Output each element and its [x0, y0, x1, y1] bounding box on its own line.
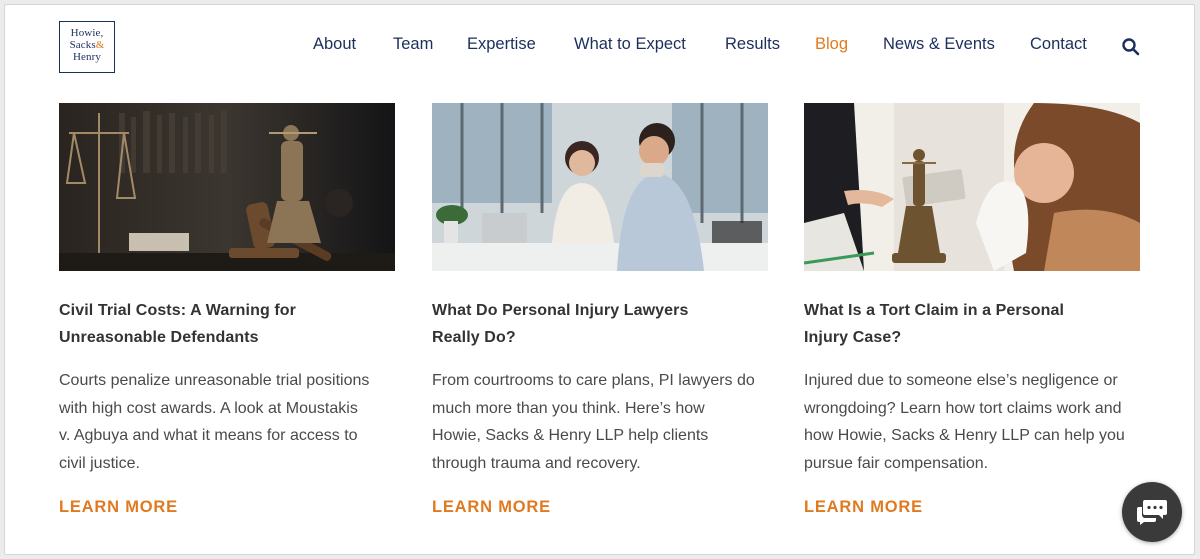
post-title-line: Unreasonable Defendants: [59, 329, 259, 346]
learn-more-link[interactable]: LEARN MORE: [432, 498, 551, 517]
learn-more-link[interactable]: LEARN MORE: [804, 498, 923, 517]
learn-more-link[interactable]: LEARN MORE: [59, 498, 178, 517]
post-title-line: Civil Trial Costs: A Warning for: [59, 302, 296, 319]
logo-line-2: Sacks&: [60, 39, 114, 51]
blog-card: Civil Trial Costs: A Warning for Unreaso…: [59, 103, 395, 516]
post-excerpt: Injured due to someone else’s negligence…: [804, 372, 1125, 472]
logo-word-sacks: Sacks: [69, 39, 96, 51]
post-title[interactable]: What Do Personal Injury Lawyers Really D…: [432, 297, 732, 351]
nav-about[interactable]: About: [313, 35, 356, 54]
post-title-line: What Do Personal Injury Lawyers: [432, 302, 689, 319]
nav-what-to-expect[interactable]: What to Expect: [574, 35, 686, 54]
nav-contact[interactable]: Contact: [1030, 35, 1087, 54]
nav-expertise[interactable]: Expertise: [467, 35, 536, 54]
blog-card: What Is a Tort Claim in a Personal Injur…: [804, 103, 1140, 516]
post-image-scales-of-justice[interactable]: [59, 103, 395, 271]
site-logo[interactable]: Howie, Sacks& Henry: [59, 21, 115, 73]
post-title-line: Really Do?: [432, 329, 516, 346]
post-excerpt: From courtrooms to care plans, PI lawyer…: [432, 372, 755, 472]
search-icon[interactable]: [1121, 37, 1141, 57]
logo-ampersand: &: [95, 39, 105, 51]
post-excerpt: Courts penalize unreasonable trial posit…: [59, 372, 370, 472]
post-image-lawyer-client-meeting[interactable]: [432, 103, 768, 271]
post-image-tort-claim-consultation[interactable]: [804, 103, 1140, 271]
post-title[interactable]: What Is a Tort Claim in a Personal Injur…: [804, 297, 1104, 351]
logo-line-1: Howie,: [70, 27, 104, 39]
nav-blog[interactable]: Blog: [815, 35, 848, 54]
blog-card: What Do Personal Injury Lawyers Really D…: [432, 103, 768, 516]
nav-results[interactable]: Results: [725, 35, 780, 54]
nav-news-events[interactable]: News & Events: [883, 35, 995, 54]
post-title-line: Injury Case?: [804, 329, 902, 346]
site-header: Howie, Sacks& Henry About Team Expertise…: [5, 5, 1194, 95]
page-frame: Howie, Sacks& Henry About Team Expertise…: [4, 4, 1195, 555]
post-title[interactable]: Civil Trial Costs: A Warning for Unreaso…: [59, 297, 359, 351]
post-title-line: What Is a Tort Claim in a Personal: [804, 302, 1065, 319]
logo-line-3: Henry: [73, 51, 101, 63]
nav-team[interactable]: Team: [393, 35, 433, 54]
chat-bubble-icon[interactable]: [1122, 482, 1182, 542]
